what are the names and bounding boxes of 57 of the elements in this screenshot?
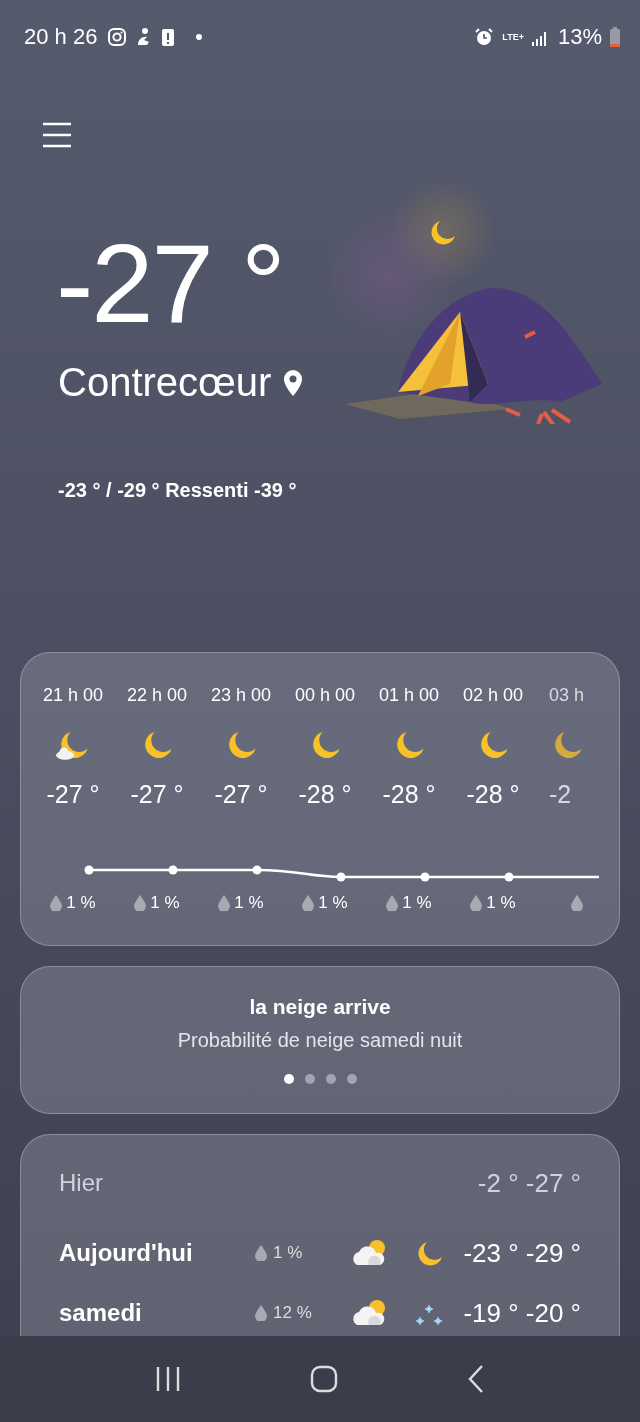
alert-text: Probabilité de neige samedi nuit [177, 1029, 463, 1052]
current-temperature: -27 ° [56, 222, 284, 346]
alarm-icon [474, 27, 495, 47]
precipitation-chance: 1 % [66, 893, 96, 913]
hour-label: 00 h 00 [294, 685, 356, 706]
notification-dot-icon [195, 33, 204, 41]
page-indicator-dot[interactable] [304, 1074, 315, 1084]
hour-label: 03 h [549, 685, 585, 706]
precipitation-chance: 12 % [273, 1303, 312, 1323]
raindrop-icon [302, 895, 315, 911]
hour-temperature: -27 ° [214, 780, 268, 809]
hour-label: 21 h 00 [42, 685, 104, 706]
hour-temperature: -28 ° [382, 780, 436, 809]
hour-temperature: -2 [549, 780, 572, 809]
hour-temperature: -28 ° [466, 780, 520, 809]
battery-percent: 13% [557, 24, 602, 50]
high-low-temperature: -2 ° -27 ° [477, 1167, 581, 1199]
hour-temperature: -28 ° [298, 780, 352, 809]
hour-temperature: -27 ° [46, 780, 100, 809]
snow-alert-card[interactable]: la neige arrive Probabilité de neige samedi nuit [20, 966, 620, 1114]
alert-title: la neige arrive [249, 995, 391, 1019]
raindrop-icon [50, 895, 63, 911]
hour-label: 23 h 00 [210, 685, 272, 706]
precipitation-chance: 1 % [402, 893, 432, 913]
raindrop-icon [218, 895, 231, 911]
raindrop-icon [255, 1245, 267, 1261]
temperature-range: -23 ° / -29 ° Ressenti -39 ° [58, 479, 297, 502]
day-name: samedi [59, 1299, 143, 1327]
hour-label: 01 h 00 [378, 685, 440, 706]
location-pin-icon [283, 369, 304, 396]
hour-label: 02 h 00 [462, 685, 524, 706]
high-low-temperature: -23 ° -29 ° [463, 1237, 581, 1269]
clock-time: 20 h 26 [24, 24, 98, 50]
location-name: Contrecœur [58, 360, 272, 405]
page-indicator-dot[interactable] [346, 1074, 357, 1084]
precipitation-chance: 1 % [486, 893, 516, 913]
network-type: LTE+ [502, 32, 524, 42]
day-name: Hier [59, 1169, 104, 1197]
page-indicator-dot[interactable] [325, 1074, 336, 1084]
hour-label: 22 h 00 [126, 685, 188, 706]
raindrop-icon [134, 895, 147, 911]
precipitation-chance: 1 % [318, 893, 348, 913]
raindrop-icon [255, 1305, 267, 1321]
page-indicator-dot[interactable] [283, 1074, 294, 1084]
camera-app-icon [107, 27, 128, 47]
battery-alert-icon [161, 27, 176, 47]
precipitation-chance: 1 % [273, 1243, 303, 1263]
high-low-temperature: -19 ° -20 ° [463, 1297, 581, 1329]
raindrop-icon [386, 895, 399, 911]
hour-temperature: -27 ° [130, 780, 184, 809]
menu-button[interactable] [42, 122, 72, 148]
raindrop-icon [470, 895, 483, 911]
precipitation-chance: 1 % [234, 893, 264, 913]
precipitation-chance: 1 % [150, 893, 180, 913]
battery-icon [610, 27, 620, 47]
raindrop-icon [571, 895, 583, 911]
day-name: Aujourd'hui [59, 1239, 194, 1267]
